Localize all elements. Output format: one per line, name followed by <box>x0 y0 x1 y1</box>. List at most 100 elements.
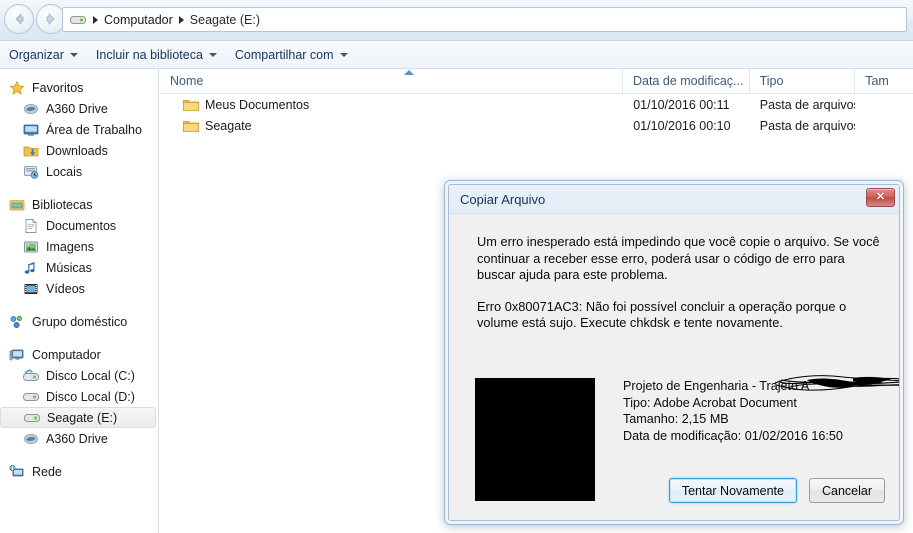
hard-drive-icon <box>23 410 41 426</box>
downloads-folder-icon <box>22 143 40 159</box>
cloud-drive-icon <box>22 431 40 447</box>
sidebar-label-locais: Locais <box>46 164 83 179</box>
column-header-tamanho[interactable]: Tam <box>855 69 913 94</box>
sidebar-label-downloads: Downloads <box>46 143 108 158</box>
navigation-pane[interactable]: Favoritos A360 Drive Área de Trabalho Do… <box>0 69 159 533</box>
sidebar-item-locais[interactable]: Locais <box>0 161 158 182</box>
sidebar-label-area-de-trabalho: Área de Trabalho <box>46 122 142 137</box>
sidebar-label-grupo-domestico: Grupo doméstico <box>32 314 128 329</box>
dialog-title-label: Copiar Arquivo <box>460 191 546 207</box>
file-name-cell: Seagate <box>160 115 623 136</box>
document-thumbnail <box>475 378 595 501</box>
forward-arrow-icon <box>43 11 59 27</box>
back-arrow-icon <box>11 11 27 27</box>
toolbar-item-incluir-na-biblioteca[interactable]: Incluir na biblioteca <box>87 42 226 68</box>
title-bar: Computador Seagate (E:) <box>0 0 913 41</box>
desktop-icon <box>22 122 40 138</box>
dialog-message-error-code: Erro 0x80071AC3: Não foi possível conclu… <box>477 298 847 331</box>
sidebar-item-downloads[interactable]: Downloads <box>0 140 158 161</box>
breadcrumb-item-computador[interactable]: Computador <box>101 12 176 28</box>
hard-drive-icon <box>22 389 40 405</box>
toolbar-item-compartilhar-com[interactable]: Compartilhar com <box>226 42 357 68</box>
sidebar-group-grupo-domestico[interactable]: Grupo doméstico <box>0 311 158 332</box>
sidebar-label-computador: Computador <box>32 347 101 362</box>
cloud-drive-icon <box>22 101 40 117</box>
sidebar-group-bibliotecas[interactable]: Bibliotecas <box>0 194 158 215</box>
sidebar-label-musicas: Músicas <box>46 260 92 275</box>
chevron-down-icon <box>208 52 217 57</box>
sidebar-item-seagate[interactable]: Seagate (E:) <box>0 407 156 428</box>
sidebar-label-a360-drive-computer: A360 Drive <box>46 431 108 446</box>
sidebar-label-a360-drive-fav: A360 Drive <box>46 101 108 116</box>
sidebar-item-disco-local-c[interactable]: Disco Local (C:) <box>0 365 158 386</box>
close-button[interactable]: ✕ <box>866 188 895 207</box>
retry-button[interactable]: Tentar Novamente <box>668 478 797 503</box>
dialog-inner-frame: Copiar Arquivo ✕ Um erro inesperado está… <box>448 184 900 521</box>
command-toolbar: Organizar Incluir na biblioteca Comparti… <box>0 41 913 69</box>
system-drive-icon <box>22 368 40 384</box>
dialog-message: Um erro inesperado está impedindo que vo… <box>477 234 881 332</box>
sort-ascending-icon <box>404 70 414 75</box>
close-icon: ✕ <box>875 191 886 203</box>
toolbar-label-organizar: Organizar <box>9 47 64 62</box>
column-headers: Nome Data de modificaç... Tipo Tam <box>160 68 913 94</box>
sidebar-item-videos[interactable]: Vídeos <box>0 278 158 299</box>
sidebar-item-musicas[interactable]: Músicas <box>0 257 158 278</box>
file-date-cell: 01/10/2016 00:11 <box>633 97 730 112</box>
sidebar-label-videos: Vídeos <box>46 281 85 296</box>
sidebar-group-favoritos[interactable]: Favoritos <box>0 77 158 98</box>
cancel-button[interactable]: Cancelar <box>808 478 885 503</box>
column-header-data-modificacao[interactable]: Data de modificaç... <box>623 68 750 94</box>
pictures-library-icon <box>22 239 40 255</box>
toolbar-item-organizar[interactable]: Organizar <box>0 42 87 68</box>
sidebar-item-area-de-trabalho[interactable]: Área de Trabalho <box>0 119 158 140</box>
sidebar-item-imagens[interactable]: Imagens <box>0 236 158 257</box>
computer-icon <box>8 347 26 363</box>
sidebar-group-rede[interactable]: Rede <box>0 461 158 482</box>
address-bar[interactable]: Computador Seagate (E:) <box>62 7 907 32</box>
homegroup-icon <box>8 314 26 330</box>
star-icon <box>8 79 26 96</box>
toolbar-label-compartilhar-com: Compartilhar com <box>234 47 334 62</box>
table-row[interactable]: Seagate 01/10/2016 00:10 Pasta de arquiv… <box>160 115 913 136</box>
libraries-icon <box>8 197 26 213</box>
breadcrumb-separator-icon <box>178 15 184 24</box>
chevron-down-icon <box>69 52 78 57</box>
file-size-cell <box>855 115 913 136</box>
sidebar-item-a360-drive-computer[interactable]: A360 Drive <box>0 428 158 449</box>
column-header-tipo[interactable]: Tipo <box>750 68 856 94</box>
file-date-cell: 01/10/2016 00:10 <box>633 118 731 133</box>
network-icon <box>8 464 26 480</box>
table-row[interactable]: Meus Documentos 01/10/2016 00:11 Pasta d… <box>160 94 913 115</box>
toolbar-label-incluir-na-biblioteca: Incluir na biblioteca <box>95 47 203 62</box>
sidebar-label-documentos: Documentos <box>46 218 117 233</box>
file-name-label: Seagate <box>205 118 252 133</box>
sidebar-group-computador[interactable]: Computador <box>0 344 158 365</box>
sidebar-label-imagens: Imagens <box>46 239 94 254</box>
chevron-down-icon <box>339 52 348 57</box>
breadcrumb-separator-icon <box>93 15 98 24</box>
folder-icon <box>182 97 200 113</box>
sidebar-item-disco-local-d[interactable]: Disco Local (D:) <box>0 386 158 407</box>
file-name-label: Meus Documentos <box>205 97 310 112</box>
explorer-window: Computador Seagate (E:) Organizar Inclui… <box>0 0 913 533</box>
file-detail-size: Tamanho: 2,15 MB <box>623 412 729 426</box>
sidebar-label-seagate: Seagate (E:) <box>47 410 118 425</box>
column-header-nome[interactable]: Nome <box>160 68 623 94</box>
file-type-cell: Pasta de arquivos <box>759 97 856 112</box>
dialog-message-intro: Um erro inesperado está impedindo que vo… <box>477 234 880 282</box>
copy-file-error-dialog: Copiar Arquivo ✕ Um erro inesperado está… <box>444 180 904 525</box>
back-button[interactable] <box>4 4 34 34</box>
recent-places-icon <box>22 164 40 180</box>
sidebar-item-a360-drive-fav[interactable]: A360 Drive <box>0 98 158 119</box>
folder-icon <box>182 118 200 134</box>
file-detail-type: Tipo: Adobe Acrobat Document <box>623 395 797 410</box>
file-size-cell <box>855 94 913 115</box>
sidebar-label-rede: Rede <box>32 464 62 479</box>
sidebar-item-documentos[interactable]: Documentos <box>0 215 158 236</box>
breadcrumb-item-seagate[interactable]: Seagate (E:) <box>187 12 263 28</box>
dialog-button-bar: Tentar Novamente Cancelar <box>668 478 885 503</box>
